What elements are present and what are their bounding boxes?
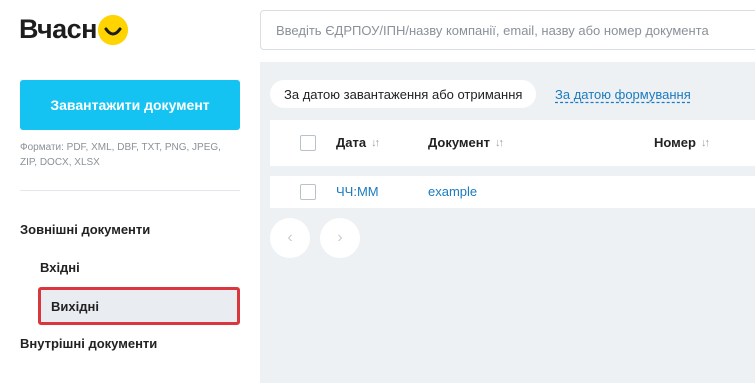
column-date-label: Дата [336, 135, 367, 150]
row-date[interactable]: ЧЧ:ММ [336, 184, 379, 199]
sidebar-item-outgoing[interactable]: Вихідні [38, 287, 240, 325]
upload-document-button[interactable]: Завантажити документ [20, 80, 240, 130]
column-date[interactable]: Дата ↓↑ [336, 135, 380, 150]
sidebar-divider [20, 190, 240, 191]
next-page-button[interactable]: › [320, 218, 360, 258]
chevron-right-icon: › [337, 229, 343, 246]
sidebar-item-internal[interactable]: Внутрішні документи [20, 336, 240, 351]
chevron-left-icon: ‹ [287, 229, 293, 246]
row-document-link[interactable]: example [428, 184, 477, 199]
column-number-label: Номер [654, 135, 696, 150]
column-number[interactable]: Номер ↓↑ [654, 135, 710, 150]
smile-logo-icon [98, 15, 128, 45]
table-header: Дата ↓↑ Документ ↓↑ Номер ↓↑ [270, 120, 755, 166]
logo[interactable]: Вчасн [19, 9, 128, 49]
row-checkbox[interactable] [300, 184, 316, 200]
sort-arrows-icon: ↓↑ [495, 136, 504, 149]
supported-formats: Формати: PDF, XML, DBF, TXT, PNG, JPEG, … [20, 142, 221, 168]
sidebar: Завантажити документ Формати: PDF, XML, … [0, 62, 260, 383]
app: Вчасн Завантажити документ Формати: PDF,… [0, 0, 755, 383]
logo-text: Вчасн [19, 13, 98, 44]
table-row[interactable]: ЧЧ:ММ example [270, 176, 755, 208]
sort-arrows-icon: ↓↑ [371, 136, 380, 149]
top-header: Вчасн [0, 0, 755, 62]
sort-by-creation-date[interactable]: За датою формування [555, 87, 691, 102]
search-box[interactable] [260, 10, 755, 50]
sidebar-item-incoming[interactable]: Вхідні [40, 260, 240, 275]
previous-page-button[interactable]: ‹ [270, 218, 310, 258]
sidebar-item-outgoing-label: Вихідні [51, 298, 99, 314]
search-input[interactable] [276, 22, 755, 38]
sort-by-upload-date[interactable]: За датою завантаження або отримання [270, 80, 537, 108]
sort-arrows-icon: ↓↑ [700, 136, 710, 149]
column-document-label: Документ [428, 135, 490, 150]
column-document[interactable]: Документ ↓↑ [428, 135, 504, 150]
main-content: За датою завантаження або отримання За д… [260, 62, 755, 383]
select-all-checkbox[interactable] [300, 135, 316, 151]
sidebar-item-external[interactable]: Зовнішні документи [20, 222, 240, 237]
